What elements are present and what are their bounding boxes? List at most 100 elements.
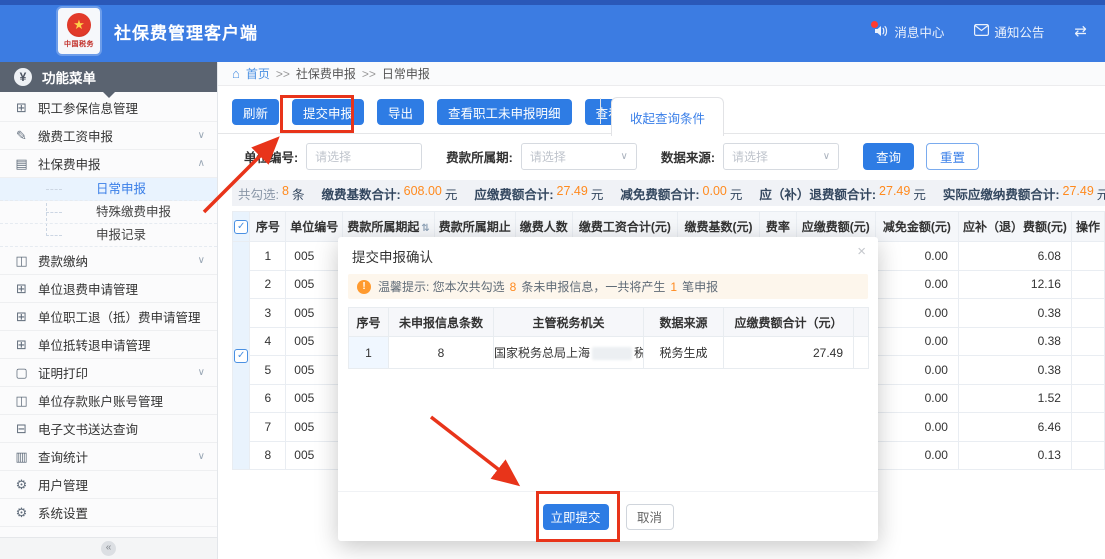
modal-footer: 立即提交 取消: [338, 491, 878, 541]
row-group-checkbox-cell: [233, 242, 250, 470]
summary-unit: 元: [445, 184, 458, 203]
submit-declare-button[interactable]: 提交申报: [292, 99, 364, 125]
sidebar-item-label: 社保费申报: [38, 154, 101, 173]
cell-unit-no: 005: [286, 384, 343, 413]
cell-seq: 8: [250, 441, 286, 470]
modal-cell-authority: 国家税务总局上海税务...: [494, 337, 644, 369]
cell-unit-no: 005: [286, 356, 343, 385]
sidebar-item[interactable]: ▤社保费申报∧: [0, 150, 217, 178]
sidebar-item[interactable]: ▢证明打印∨: [0, 359, 217, 387]
toolbar-button[interactable]: 刷新: [232, 99, 279, 125]
cell-reduction: 0.00: [875, 356, 958, 385]
sidebar-subitem-active[interactable]: 日常申报: [0, 178, 217, 201]
summary-value: 27.49: [879, 184, 910, 203]
sidebar-item[interactable]: ⊞单位职工退（抵）费申请管理: [0, 303, 217, 331]
toolbar: 刷新提交申报导出查看职工未申报明细查看可抵缴余额 收起查询条件: [218, 86, 1105, 134]
cell-unit-no: 005: [286, 327, 343, 356]
sidebar-footer: «: [0, 537, 217, 559]
sidebar-subitem[interactable]: 申报记录: [0, 224, 217, 247]
grid-icon: ⊞: [14, 281, 29, 297]
sidebar-item[interactable]: ◫费款缴纳∨: [0, 247, 217, 275]
message-center-button[interactable]: 消息中心: [874, 22, 944, 41]
chevron-down-icon: ∨: [823, 151, 830, 162]
notice-button[interactable]: 通知公告: [974, 22, 1044, 41]
toolbar-button[interactable]: 导出: [377, 99, 424, 125]
cell-reduction: 0.00: [875, 270, 958, 299]
summary-item: 实际应缴纳费额合计:27.49元: [943, 184, 1105, 203]
printer-icon: ⊟: [14, 421, 29, 437]
breadcrumb: ⌂ 首页 >> 社保费申报 >> 日常申报: [218, 62, 1105, 86]
sidebar-item[interactable]: ⚙用户管理: [0, 471, 217, 499]
summary-value: 8: [282, 184, 289, 203]
cell-action-clipped: [1071, 270, 1104, 299]
cell-refund: 6.46: [958, 413, 1071, 442]
collapse-query-tab[interactable]: 收起查询条件: [611, 97, 724, 136]
sidebar-item-label: 费款缴纳: [38, 251, 88, 270]
card-icon: ◫: [14, 393, 29, 409]
cancel-button[interactable]: 取消: [626, 504, 674, 530]
summary-value: 27.49: [1063, 184, 1094, 203]
tip-text-middle: 条未申报信息，一共将产生: [521, 278, 665, 295]
column-header: 序号: [250, 212, 286, 242]
sidebar-item[interactable]: ⊞单位退费申请管理: [0, 275, 217, 303]
cell-seq: 3: [250, 299, 286, 328]
toolbar-button[interactable]: 查看职工未申报明细: [437, 99, 572, 125]
search-button[interactable]: 查询: [863, 143, 914, 170]
form-icon: ▤: [14, 156, 29, 172]
cell-action-clipped: [1071, 413, 1104, 442]
row-group-checkbox[interactable]: [234, 349, 248, 363]
sidebar-subitem[interactable]: 特殊缴费申报: [0, 201, 217, 224]
cell-seq: 4: [250, 327, 286, 356]
sidebar-item[interactable]: ▥查询统计∨: [0, 443, 217, 471]
sidebar-item[interactable]: ⊞职工参保信息管理: [0, 94, 217, 122]
tip-count: 8: [508, 280, 519, 294]
gear-icon: ⚙: [14, 505, 29, 521]
modal-header-filler: [854, 308, 869, 337]
cell-unit-no: 005: [286, 270, 343, 299]
grid-icon: ⊞: [14, 309, 29, 325]
sidebar-header-label: 功能菜单: [42, 67, 96, 87]
cell-reduction: 0.00: [875, 413, 958, 442]
sidebar-item[interactable]: ✎缴费工资申报∨: [0, 122, 217, 150]
sidebar-collapse-button[interactable]: «: [101, 541, 116, 556]
modal-cell-seq: 1: [349, 337, 389, 369]
query-select[interactable]: 请选择∨: [723, 143, 839, 170]
close-icon[interactable]: ×: [857, 244, 866, 259]
summary-label: 实际应缴纳费额合计:: [943, 184, 1060, 203]
authority-suffix: 税务...: [634, 346, 643, 360]
reset-button[interactable]: 重置: [926, 143, 979, 170]
redacted-block: [592, 347, 632, 360]
sidebar-item[interactable]: ⚙系统设置: [0, 499, 217, 527]
sidebar-item[interactable]: ⊟电子文书送达查询: [0, 415, 217, 443]
modal-cell-amount: 27.49: [724, 337, 854, 369]
edit-icon: ✎: [14, 128, 29, 144]
cell-action-clipped: [1071, 242, 1104, 271]
cell-refund: 1.52: [958, 384, 1071, 413]
modal-column-header: 应缴费额合计（元）: [724, 308, 854, 337]
cell-seq: 1: [250, 242, 286, 271]
query-input[interactable]: 请选择: [306, 143, 422, 170]
query-select[interactable]: 请选择∨: [521, 143, 637, 170]
summary-unit: 元: [591, 184, 604, 203]
grid-icon: ⊞: [14, 100, 29, 116]
modal-column-header: 数据来源: [644, 308, 724, 337]
cell-action-clipped: [1071, 384, 1104, 413]
summary-label: 减免费额合计:: [620, 184, 699, 203]
submit-now-button[interactable]: 立即提交: [543, 504, 609, 530]
query-field-label: 数据来源:: [661, 147, 715, 166]
select-all-checkbox[interactable]: [234, 220, 248, 234]
tip-count-2: 1: [668, 280, 679, 294]
breadcrumb-home[interactable]: 首页: [246, 65, 270, 82]
cell-action-clipped: [1071, 441, 1104, 470]
breadcrumb-item: 社保费申报: [296, 65, 356, 82]
sidebar-item[interactable]: ◫单位存款账户账号管理: [0, 387, 217, 415]
summary-value: 0.00: [703, 184, 727, 203]
summary-bar: 共勾选:8条缴费基数合计:608.00元应缴费额合计:27.49元减免费额合计:…: [232, 180, 1105, 206]
sort-icon[interactable]: ⇅: [421, 223, 429, 234]
modal-tip: ! 温馨提示: 您本次共勾选 8 条未申报信息，一共将产生 1 笔申报: [348, 274, 868, 299]
placeholder-text: 请选择: [315, 148, 413, 165]
tip-text-prefix: 温馨提示: 您本次共勾选: [378, 278, 505, 295]
sidebar-menu: ⊞职工参保信息管理✎缴费工资申报∨▤社保费申报∧日常申报特殊缴费申报申报记录◫费…: [0, 94, 217, 527]
switch-icon[interactable]: ⇄: [1074, 22, 1087, 40]
sidebar-item[interactable]: ⊞单位抵转退申请管理: [0, 331, 217, 359]
